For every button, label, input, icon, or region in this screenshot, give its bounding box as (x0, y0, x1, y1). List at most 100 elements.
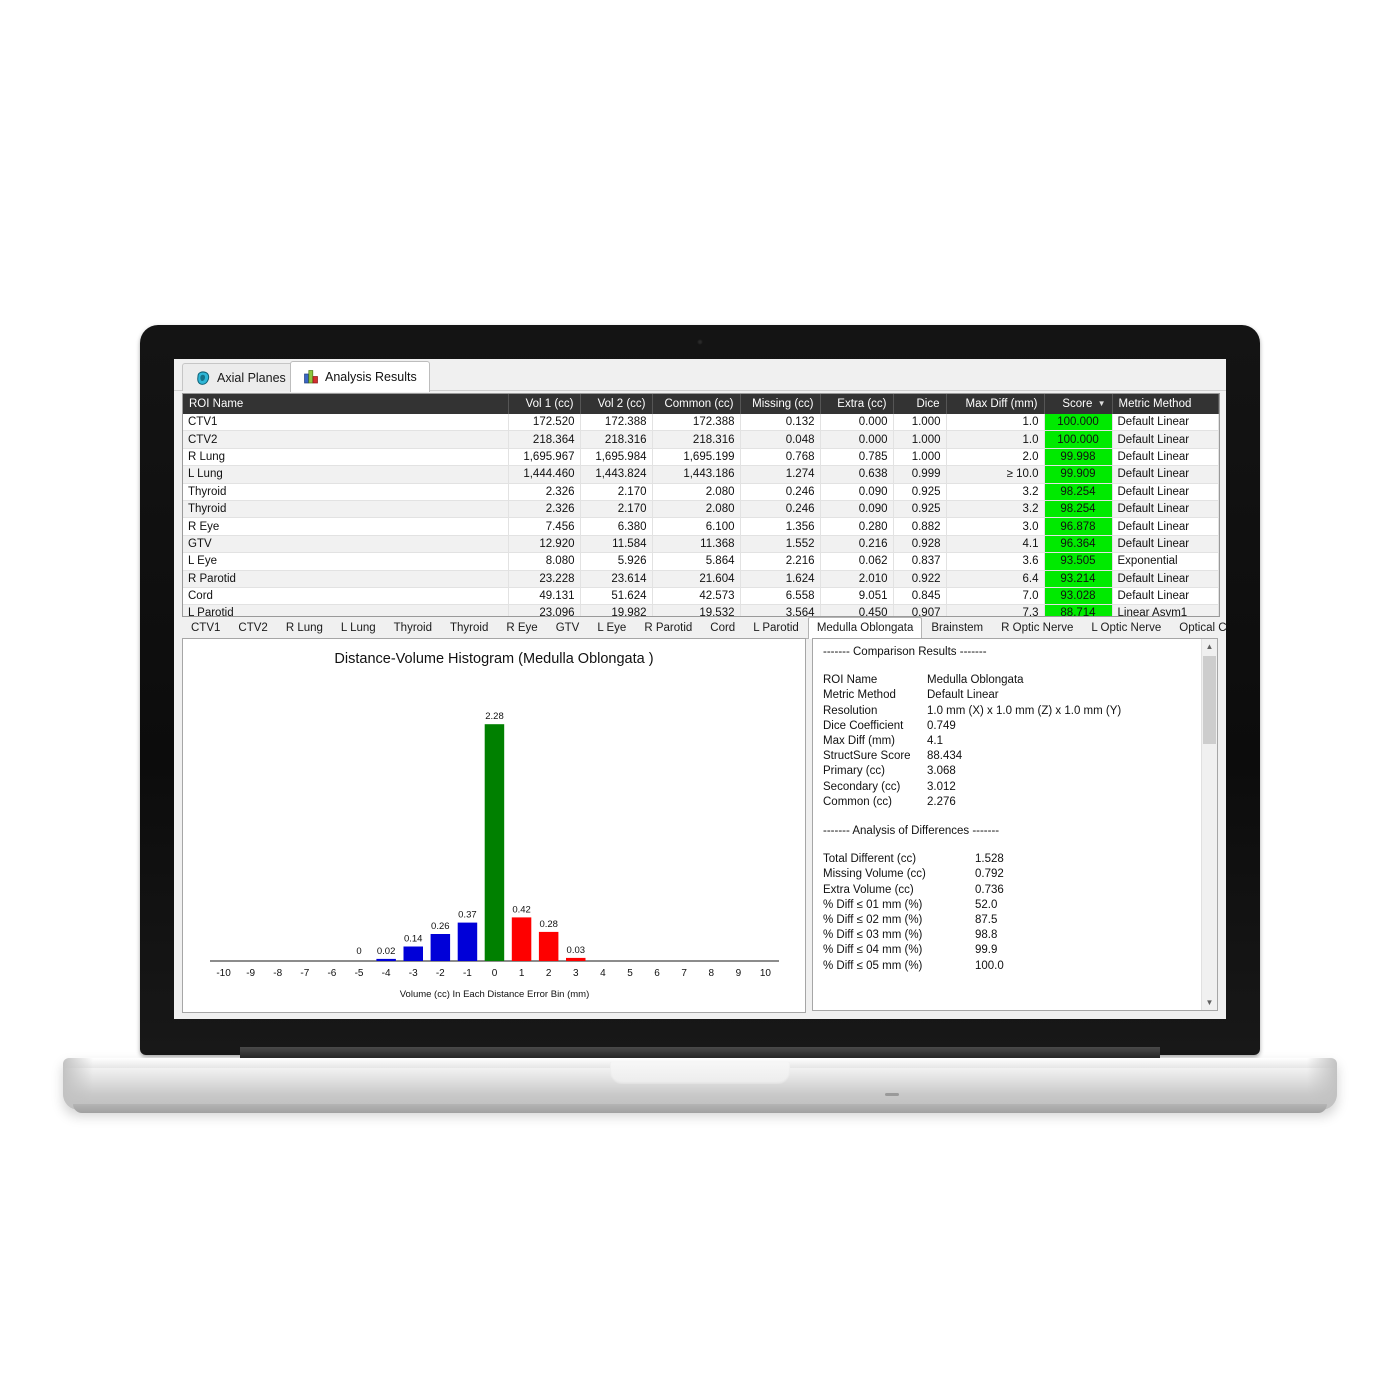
missing-cell: 0.132 (740, 414, 821, 432)
table-header-row: ROI Name Vol 1 (cc) Vol 2 (cc) Common (c… (183, 394, 1219, 414)
roi-tab-ctv1[interactable]: CTV1 (182, 618, 230, 638)
col-score[interactable]: Score ▼ (1044, 394, 1113, 414)
roi-tab-l-eye[interactable]: L Eye (588, 618, 636, 638)
table-row[interactable]: R Eye 7.456 6.380 6.100 1.356 0.280 0.882 3.0 96… (183, 517, 1219, 536)
result-value: 98.8 (975, 929, 998, 942)
common-cell: 19.532 (652, 604, 741, 616)
scroll-down-icon[interactable]: ▼ (1202, 995, 1217, 1010)
max-diff-cell: 4.1 (946, 535, 1045, 554)
results-table-container[interactable]: ROI Name Vol 1 (cc) Vol 2 (cc) Common (c… (182, 393, 1220, 617)
result-value: 3.012 (927, 780, 956, 793)
bar-value-label: 0.03 (567, 945, 586, 956)
tab-axial-planes[interactable]: Axial Planes (182, 363, 299, 391)
score-cell: 99.909 (1044, 465, 1113, 484)
missing-cell: 6.558 (740, 587, 821, 606)
col-metric-method[interactable]: Metric Method (1112, 394, 1219, 414)
result-row: Missing Volume (cc) 0.792 (823, 867, 1195, 882)
table-row[interactable]: CTV1 172.520 172.388 172.388 0.132 0.000 1.000… (183, 414, 1219, 432)
table-row[interactable]: L Lung 1,444.460 1,443.824 1,443.186 1.274 0.… (183, 465, 1219, 484)
vol2-cell: 218.316 (580, 430, 653, 449)
scroll-up-icon[interactable]: ▲ (1202, 639, 1217, 654)
roi-tab-l-lung[interactable]: L Lung (331, 618, 385, 638)
roi-tab-strip[interactable]: CTV1 CTV2 R Lung L Lung Thyroid Thyroid R Eye G… (182, 617, 1226, 639)
bar-value-label: 0.37 (458, 910, 477, 921)
table-row[interactable]: Cord 49.131 51.624 42.573 6.558 9.051 0.845 7.0… (183, 587, 1219, 606)
roi-tab-r-parotid[interactable]: R Parotid (635, 618, 702, 638)
comparison-results-panel[interactable]: ------- Comparison Results ------- ROI N… (812, 638, 1218, 1011)
dice-cell: 0.837 (893, 552, 947, 571)
missing-cell: 2.216 (740, 552, 821, 571)
vol2-cell: 19.982 (580, 604, 653, 616)
roi-tab-r-lung[interactable]: R Lung (276, 618, 332, 638)
col-max-diff[interactable]: Max Diff (mm) (946, 394, 1045, 414)
roi-tab-thyroid[interactable]: Thyroid (441, 618, 498, 638)
score-cell: 100.000 (1044, 414, 1113, 432)
col-roi-name[interactable]: ROI Name (183, 394, 509, 414)
bar-chart-icon (303, 369, 319, 385)
roi-tab-thyroid[interactable]: Thyroid (384, 618, 442, 638)
col-dice[interactable]: Dice (893, 394, 947, 414)
table-row[interactable]: Thyroid 2.326 2.170 2.080 0.246 0.090 0.925 3.2… (183, 500, 1219, 519)
table-row[interactable]: Thyroid 2.326 2.170 2.080 0.246 0.090 0.925 3.2… (183, 483, 1219, 501)
result-value: 2.276 (927, 795, 956, 808)
roi-tab-medulla-oblongata[interactable]: Medulla Oblongata (807, 617, 923, 639)
max-diff-cell: 3.2 (946, 500, 1045, 519)
table-row[interactable]: R Lung 1,695.967 1,695.984 1,695.199 0.768 0.… (183, 448, 1219, 467)
table-row[interactable]: CTV2 218.364 218.316 218.316 0.048 0.000 1.000… (183, 430, 1219, 449)
col-extra[interactable]: Extra (cc) (820, 394, 894, 414)
x-tick-label: 2 (546, 968, 552, 979)
result-key: Missing Volume (cc) (823, 868, 926, 881)
dice-cell: 0.907 (893, 604, 947, 616)
table-row[interactable]: L Eye 8.080 5.926 5.864 2.216 0.062 0.837 3.6 93… (183, 552, 1219, 571)
table-row[interactable]: L Parotid 23.096 19.982 19.532 3.564 0.450 0.9… (183, 604, 1219, 616)
vol1-cell: 23.096 (508, 604, 581, 616)
vol1-cell: 172.520 (508, 414, 581, 432)
x-tick-label: 6 (654, 968, 660, 979)
results-vertical-scrollbar[interactable]: ▲ ▼ (1201, 639, 1217, 1010)
roi-tab-l-optic-nerve[interactable]: L Optic Nerve (1082, 618, 1171, 638)
score-cell: 98.254 (1044, 500, 1113, 519)
vol1-cell: 1,695.967 (508, 448, 581, 467)
vol1-cell: 8.080 (508, 552, 581, 571)
common-cell: 1,443.186 (652, 465, 741, 484)
laptop-base-edge-left (63, 1058, 93, 1110)
col-vol1[interactable]: Vol 1 (cc) (508, 394, 581, 414)
x-tick-label: -5 (355, 968, 364, 979)
result-value: 0.736 (975, 883, 1004, 896)
roi-tab-cord[interactable]: Cord (701, 618, 745, 638)
roi-name-cell: R Parotid (183, 570, 509, 588)
x-tick-label: 3 (573, 968, 579, 979)
result-value: 87.5 (975, 914, 998, 927)
metric-method-cell: Default Linear (1112, 483, 1219, 501)
roi-tab-ctv2[interactable]: CTV2 (229, 618, 277, 638)
vol1-cell: 23.228 (508, 570, 581, 588)
col-missing[interactable]: Missing (cc) (740, 394, 821, 414)
missing-cell: 0.246 (740, 483, 821, 501)
score-cell: 93.214 (1044, 570, 1113, 588)
webcam-icon (697, 339, 703, 345)
histogram-bar (457, 922, 478, 961)
screenshot-stage: Axial Planes Analysis Results ROI Name V… (0, 0, 1400, 1400)
roi-tab-l-parotid[interactable]: L Parotid (744, 618, 808, 638)
col-common[interactable]: Common (cc) (652, 394, 741, 414)
metric-method-cell: Default Linear (1112, 430, 1219, 449)
result-row: % Diff ≤ 02 mm (%) 87.5 (823, 913, 1195, 928)
lower-split-container: Distance-Volume Histogram (Medulla Oblon… (182, 638, 1218, 1013)
roi-name-cell: CTV2 (183, 430, 509, 449)
scrollbar-thumb[interactable] (1203, 656, 1216, 744)
roi-tab-r-eye[interactable]: R Eye (497, 618, 547, 638)
roi-tab-brainstem[interactable]: Brainstem (922, 618, 993, 638)
x-tick-label: 10 (760, 968, 772, 979)
col-vol2[interactable]: Vol 2 (cc) (580, 394, 653, 414)
roi-tab-gtv[interactable]: GTV (546, 618, 589, 638)
histogram-bar (484, 724, 505, 961)
vol1-cell: 7.456 (508, 517, 581, 536)
result-key: ROI Name (823, 674, 878, 687)
table-row[interactable]: GTV 12.920 11.584 11.368 1.552 0.216 0.928 4.1 9… (183, 535, 1219, 554)
tab-analysis-results[interactable]: Analysis Results (290, 361, 430, 392)
result-row: % Diff ≤ 03 mm (%) 98.8 (823, 928, 1195, 943)
roi-tab-r-optic-nerve[interactable]: R Optic Nerve (992, 618, 1083, 638)
table-row[interactable]: R Parotid 23.228 23.614 21.604 1.624 2.010 0.9… (183, 570, 1219, 588)
roi-tab-optical-chiasm[interactable]: Optical Chiasm (1170, 618, 1226, 638)
result-key: Max Diff (mm) (823, 735, 895, 748)
